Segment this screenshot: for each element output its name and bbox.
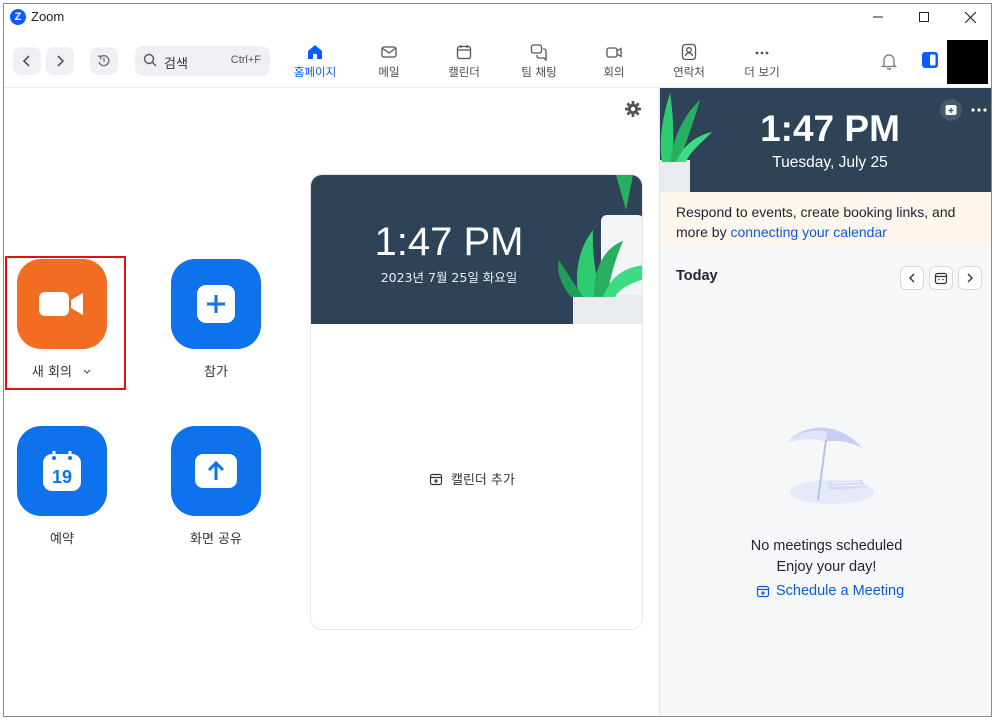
calendar-add-icon (429, 473, 443, 485)
add-calendar-label: 캘린더 추가 (451, 473, 515, 488)
zoom-window: Z Zoom 검색 Ctrl+F 홈페이지 메일 캘린더 팀 채팅 회의 연락처… (3, 3, 992, 717)
side-panel-actions (940, 98, 990, 122)
gear-icon[interactable] (624, 100, 642, 118)
calendar-add-icon (756, 585, 770, 598)
empty-state-subtitle: Enjoy your day! (776, 559, 877, 575)
previous-day-button[interactable] (900, 266, 924, 290)
tab-home-label: 홈페이지 (293, 65, 337, 79)
schedule-meeting-label: Schedule a Meeting (776, 583, 905, 599)
close-button[interactable] (947, 4, 991, 30)
home-icon (308, 45, 322, 59)
chat-icon (530, 44, 547, 62)
next-day-button[interactable] (958, 266, 982, 290)
calendar-icon (934, 272, 948, 285)
contacts-icon (681, 43, 697, 61)
tab-contacts[interactable]: 연락처 (654, 42, 724, 82)
back-button[interactable] (13, 47, 41, 75)
calendar-icon (456, 45, 472, 60)
join-action[interactable]: 참가 (170, 259, 262, 380)
mail-icon (381, 46, 397, 58)
forward-button[interactable] (46, 47, 74, 75)
tab-mail-label: 메일 (378, 65, 400, 79)
close-icon (964, 11, 976, 23)
clock-card-date: 2023년 7월 25일 화요일 (380, 270, 518, 285)
tab-meetings[interactable]: 회의 (579, 42, 649, 82)
connect-calendar-link[interactable]: connecting your calendar (730, 224, 886, 240)
tab-calendar[interactable]: 캘린더 (429, 42, 499, 82)
side-panel-date: Tuesday, July 25 (772, 154, 888, 171)
tab-meetings-label: 회의 (603, 65, 625, 79)
chevron-right-icon (57, 55, 65, 67)
home-main: 새 회의 참가 19 예약 화면 공유 1:47 PM 2023년 7월 25일… (4, 88, 658, 716)
search-shortcut: Ctrl+F (230, 54, 261, 66)
search-icon (143, 53, 157, 67)
video-icon (606, 47, 622, 58)
clock-card: 1:47 PM 2023년 7월 25일 화요일 캘린더 추가 (310, 174, 643, 630)
more-icon[interactable] (968, 99, 990, 121)
tab-team-chat[interactable]: 팀 채팅 (504, 42, 574, 82)
calendar-icon: 19 (43, 451, 81, 491)
chevron-right-icon (967, 273, 973, 283)
maximize-icon (919, 12, 929, 22)
minimize-icon (873, 16, 883, 18)
share-screen-button[interactable] (171, 426, 261, 516)
schedule-label: 예약 (50, 532, 74, 547)
history-button[interactable] (90, 47, 118, 75)
top-toolbar: 검색 Ctrl+F 홈페이지 메일 캘린더 팀 채팅 회의 연락처 더 보기 (4, 30, 991, 88)
schedule-button[interactable]: 19 (17, 426, 107, 516)
tab-calendar-label: 캘린더 (448, 65, 480, 79)
bell-icon[interactable] (880, 52, 898, 70)
schedule-meeting-link[interactable]: Schedule a Meeting (756, 583, 904, 599)
side-panel: 1:47 PM Tuesday, July 25 Respond to even… (659, 88, 991, 716)
new-meeting-highlight (5, 256, 126, 390)
window-title: Zoom (31, 9, 65, 24)
clock-card-hero: 1:47 PM 2023년 7월 25일 화요일 (311, 175, 642, 324)
tab-more-label: 더 보기 (744, 65, 780, 79)
today-label: Today (676, 268, 718, 284)
history-icon (97, 54, 110, 67)
schedule-action[interactable]: 19 예약 (16, 426, 108, 547)
empty-state-title: No meetings scheduled (750, 538, 903, 554)
tab-team-chat-label: 팀 채팅 (521, 65, 557, 79)
chevron-left-icon (22, 55, 30, 67)
side-panel-hero: 1:47 PM Tuesday, July 25 (660, 88, 991, 192)
avatar[interactable] (947, 40, 988, 84)
plus-icon (197, 285, 235, 323)
join-button[interactable] (171, 259, 261, 349)
share-screen-action[interactable]: 화면 공유 (170, 426, 262, 547)
join-label: 참가 (204, 365, 228, 380)
tab-contacts-label: 연락처 (673, 65, 705, 79)
maximize-button[interactable] (901, 4, 947, 30)
zoom-logo-icon: Z (10, 9, 26, 25)
beach-umbrella-icon (788, 427, 874, 504)
side-panel-time: 1:47 PM (760, 108, 900, 149)
calendar-notice: Respond to events, create booking links,… (660, 192, 991, 248)
search-box[interactable]: 검색 Ctrl+F (135, 46, 270, 76)
add-calendar-link[interactable]: 캘린더 추가 (429, 469, 515, 488)
share-screen-icon (195, 454, 237, 488)
more-icon (755, 51, 769, 55)
chevron-left-icon (909, 273, 915, 283)
calendar-day-number: 19 (52, 467, 72, 487)
tab-home[interactable]: 홈페이지 (280, 42, 350, 82)
tab-mail[interactable]: 메일 (354, 42, 424, 82)
side-panel-toggle-icon[interactable] (921, 51, 939, 69)
title-bar: Z Zoom (4, 4, 991, 30)
calendar-add-icon[interactable] (940, 99, 962, 121)
share-screen-label: 화면 공유 (190, 532, 242, 547)
search-label: 검색 (164, 57, 188, 72)
tab-more[interactable]: 더 보기 (727, 42, 797, 82)
calendar-picker-button[interactable] (929, 266, 953, 290)
clock-card-time: 1:47 PM (374, 220, 524, 264)
minimize-button[interactable] (855, 4, 901, 30)
